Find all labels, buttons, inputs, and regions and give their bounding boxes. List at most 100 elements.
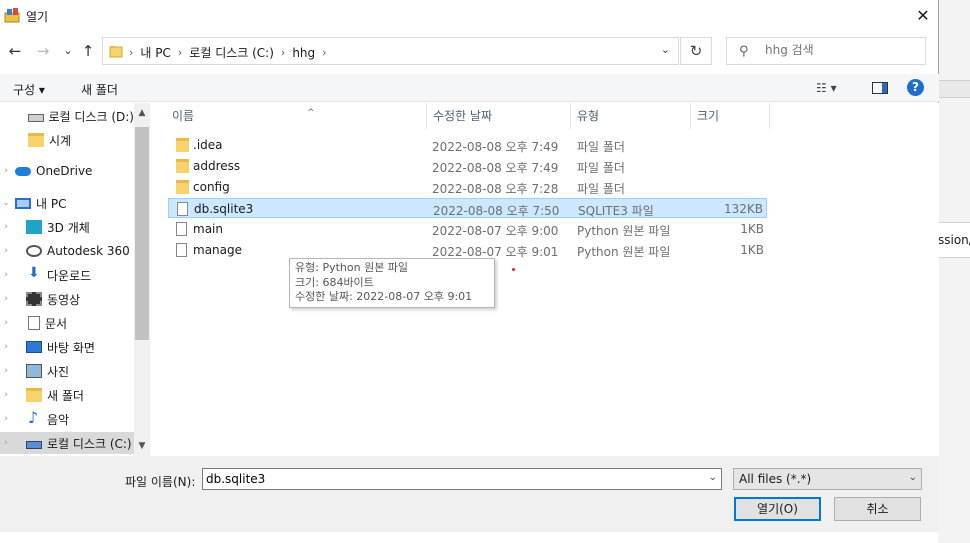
sidebar-item-desktop[interactable]: › 바탕 화면 (0, 336, 134, 358)
expand-icon[interactable]: › (0, 166, 12, 176)
scroll-up-icon[interactable]: ▲ (134, 108, 150, 118)
column-header-date[interactable]: 수정한 날짜 (427, 103, 571, 129)
view-options-icon[interactable]: ☷ ▾ (816, 81, 837, 95)
column-header-size[interactable]: 크기 (691, 103, 770, 129)
sidebar-item-onedrive[interactable]: › OneDrive (0, 160, 134, 182)
expand-icon[interactable]: › (0, 270, 12, 280)
help-icon[interactable]: ? (907, 79, 924, 96)
expand-icon[interactable]: › (0, 414, 12, 424)
organize-button[interactable]: 구성 ▾ (13, 81, 45, 98)
file-row-address[interactable]: address 2022-08-08 오후 7:49 파일 폴더 (168, 156, 767, 176)
folder-icon (28, 133, 44, 147)
folder-icon (176, 138, 189, 152)
file-row-db-sqlite3[interactable]: db.sqlite3 2022-08-08 오후 7:50 SQLITE3 파일… (168, 198, 767, 218)
filename-label: 파일 이름(N): (125, 475, 196, 489)
breadcrumb-separator: › (280, 46, 286, 59)
download-icon (26, 265, 42, 282)
sidebar-item-clock[interactable]: 시계 (0, 129, 134, 151)
expand-icon[interactable]: › (0, 294, 12, 304)
breadcrumb-my-pc[interactable]: 내 PC (140, 44, 170, 61)
recent-locations-button[interactable]: ⌄ (58, 41, 78, 61)
sidebar-item-music[interactable]: › 음악 (0, 408, 134, 430)
sidebar-item-label: 로컬 디스크 (C:) (47, 436, 132, 451)
expand-icon[interactable]: › (0, 342, 12, 352)
file-row-config[interactable]: config 2022-08-08 오후 7:28 파일 폴더 (168, 177, 767, 197)
sidebar-item-new-folder[interactable]: › 새 폴더 (0, 384, 134, 406)
expand-icon[interactable]: ⌄ (0, 198, 12, 208)
file-icon (176, 243, 187, 257)
sidebar-item-pictures[interactable]: › 사진 (0, 360, 134, 382)
expand-icon[interactable]: › (0, 222, 12, 232)
new-folder-button[interactable]: 새 폴더 (81, 81, 118, 98)
scrollbar-thumb[interactable] (135, 127, 149, 340)
sidebar-item-label: 사진 (47, 364, 70, 379)
folder-icon (109, 44, 123, 58)
search-box[interactable]: ⚲ (726, 37, 926, 65)
sidebar-item-3d-objects[interactable]: › 3D 개체 (0, 216, 134, 238)
sidebar-item-downloads[interactable]: › 다운로드 (0, 264, 134, 286)
file-date: 2022-08-07 오후 9:00 (432, 224, 559, 238)
app-icon (4, 8, 20, 23)
breadcrumb-separator: › (177, 46, 183, 59)
file-row-idea[interactable]: .idea 2022-08-08 오후 7:49 파일 폴더 (168, 135, 767, 155)
file-row-manage[interactable]: manage 2022-08-07 오후 9:01 Python 원본 파일 1… (168, 240, 767, 260)
scroll-down-icon[interactable]: ▼ (134, 441, 150, 451)
sidebar-item-my-pc[interactable]: ⌄ 내 PC (0, 192, 134, 214)
file-type: 파일 폴더 (577, 140, 625, 154)
column-header-name[interactable]: 이름 ^ (166, 103, 427, 129)
sidebar-item-local-disk-c[interactable]: › 로컬 디스크 (C:) (0, 432, 134, 454)
file-type-filter[interactable]: All files (*.*) ⌄ (733, 468, 922, 490)
open-file-dialog: 열기 ✕ ← → ⌄ ↑ › 내 PC › 로컬 디스크 (C:) › hhg … (0, 0, 939, 532)
filename-input[interactable] (206, 472, 696, 486)
filename-combobox[interactable]: ⌄ (202, 468, 722, 490)
cancel-button[interactable]: 취소 (834, 497, 921, 521)
search-input[interactable] (765, 43, 915, 57)
close-button[interactable]: ✕ (908, 2, 938, 30)
expand-icon[interactable]: › (0, 390, 12, 400)
expand-icon[interactable]: › (0, 318, 12, 328)
file-name: manage (193, 243, 243, 257)
breadcrumb-separator: › (322, 46, 327, 59)
breadcrumb-local-disk-c[interactable]: 로컬 디스크 (C:) (189, 44, 274, 61)
folder-icon (176, 159, 189, 173)
sidebar-item-documents[interactable]: › 문서 (0, 312, 134, 334)
sidebar-item-autodesk-360[interactable]: › Autodesk 360 (0, 240, 134, 262)
up-button[interactable]: ↑ (78, 41, 98, 61)
preview-pane-icon[interactable] (872, 82, 888, 94)
background-field: ssion/ (938, 222, 970, 258)
file-date: 2022-08-08 오후 7:49 (432, 161, 559, 175)
sidebar-item-videos[interactable]: › 동영상 (0, 288, 134, 310)
sidebar-item-label: 3D 개체 (47, 220, 90, 235)
forward-button[interactable]: → (33, 41, 53, 61)
file-row-main[interactable]: main 2022-08-07 오후 9:00 Python 원본 파일 1KB (168, 219, 767, 239)
file-name: db.sqlite3 (194, 202, 254, 216)
document-icon (28, 316, 40, 330)
chevron-down-icon[interactable]: ⌄ (709, 472, 717, 483)
expand-icon[interactable]: › (0, 366, 12, 376)
sidebar-scrollbar[interactable]: ▲ ▼ (134, 103, 150, 456)
cube-icon (26, 220, 42, 234)
file-name: config (193, 180, 230, 194)
refresh-button[interactable]: ↻ (680, 37, 712, 65)
file-icon (176, 222, 187, 236)
sidebar-item-label: 다운로드 (47, 268, 92, 283)
search-icon: ⚲ (739, 44, 749, 59)
address-dropdown-icon[interactable]: ⌄ (661, 43, 670, 56)
file-name: address (193, 159, 241, 173)
folder-icon (26, 388, 42, 402)
expand-icon[interactable]: › (0, 246, 12, 256)
sidebar-item-label: 로컬 디스크 (D:) (48, 109, 134, 124)
cloud-icon (15, 166, 31, 176)
sidebar-item-label: 바탕 화면 (47, 340, 95, 355)
file-date: 2022-08-08 오후 7:50 (433, 204, 560, 218)
address-bar[interactable]: › 내 PC › 로컬 디스크 (C:) › hhg › ⌄ (102, 37, 679, 65)
sidebar-item-local-disk-d[interactable]: 로컬 디스크 (D:) (0, 105, 134, 127)
open-button[interactable]: 열기(O) (734, 497, 821, 521)
sidebar-item-label: 동영상 (47, 292, 81, 307)
background-window: ssion/ (938, 0, 970, 543)
expand-icon[interactable]: › (0, 438, 12, 448)
column-header-type[interactable]: 유형 (571, 103, 691, 129)
back-button[interactable]: ← (5, 41, 25, 61)
breadcrumb-hhg[interactable]: hhg (292, 46, 315, 60)
file-date: 2022-08-08 오후 7:28 (432, 182, 559, 196)
